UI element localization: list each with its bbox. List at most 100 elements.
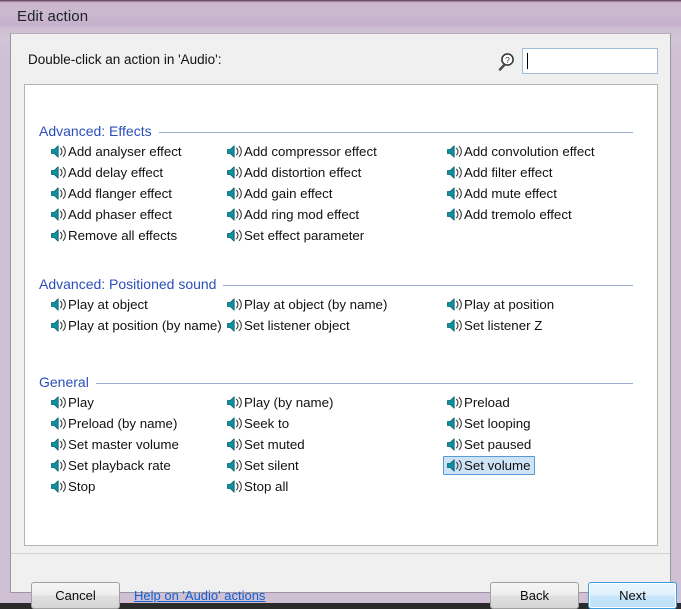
magnifier-question-icon: ? xyxy=(495,51,517,73)
speaker-icon xyxy=(226,437,243,452)
action-item-label: Add phaser effect xyxy=(68,207,172,222)
action-item[interactable]: Add distortion effect xyxy=(223,163,365,182)
action-item[interactable]: Play xyxy=(47,393,98,412)
action-item[interactable]: Add tremolo effect xyxy=(443,205,576,224)
action-item[interactable]: Stop xyxy=(47,477,99,496)
speaker-icon xyxy=(446,416,463,431)
action-item-label: Add tremolo effect xyxy=(464,207,572,222)
section-header: Advanced: Positioned sound xyxy=(25,276,633,294)
action-item[interactable]: Add compressor effect xyxy=(223,142,381,161)
action-item-label: Add flanger effect xyxy=(68,186,172,201)
action-item[interactable]: Set playback rate xyxy=(47,456,175,475)
action-item-label: Set listener object xyxy=(244,318,350,333)
search-input[interactable] xyxy=(529,53,653,70)
action-item-label: Set silent xyxy=(244,458,299,473)
action-item[interactable]: Play at object xyxy=(47,295,152,314)
speaker-icon xyxy=(50,297,67,312)
svg-text:?: ? xyxy=(505,55,510,65)
action-item[interactable]: Play at position xyxy=(443,295,558,314)
action-item[interactable]: Add gain effect xyxy=(223,184,336,203)
speaker-icon xyxy=(50,416,67,431)
action-item-label: Play at object xyxy=(68,297,148,312)
action-item-label: Add convolution effect xyxy=(464,144,595,159)
action-item-label: Add filter effect xyxy=(464,165,553,180)
action-item[interactable]: Set effect parameter xyxy=(223,226,368,245)
speaker-icon xyxy=(226,207,243,222)
speaker-icon xyxy=(50,165,67,180)
action-item-label: Play at position (by name) xyxy=(68,318,222,333)
action-item[interactable]: Add convolution effect xyxy=(443,142,599,161)
action-item[interactable]: Set looping xyxy=(443,414,535,433)
cancel-button[interactable]: Cancel xyxy=(31,582,120,609)
section-rule xyxy=(39,383,633,384)
action-item[interactable]: Add mute effect xyxy=(443,184,561,203)
speaker-icon xyxy=(226,186,243,201)
action-item[interactable]: Add ring mod effect xyxy=(223,205,363,224)
action-item-label: Add mute effect xyxy=(464,186,557,201)
speaker-icon xyxy=(446,395,463,410)
speaker-icon xyxy=(50,228,67,243)
action-item-label: Remove all effects xyxy=(68,228,178,243)
speaker-icon xyxy=(446,458,463,473)
action-item-label: Set listener Z xyxy=(464,318,543,333)
action-item-label: Add compressor effect xyxy=(244,144,377,159)
action-item[interactable]: Play at position (by name) xyxy=(47,316,226,335)
search-box[interactable] xyxy=(522,48,658,74)
action-item-label: Add delay effect xyxy=(68,165,164,180)
action-list-panel[interactable]: Advanced: Effects Add analyser effect Add … xyxy=(24,84,658,546)
speaker-icon xyxy=(446,144,463,159)
title-bar[interactable]: Edit action xyxy=(0,0,681,34)
action-item-label: Add analyser effect xyxy=(68,144,182,159)
action-item[interactable]: Add delay effect xyxy=(47,163,167,182)
action-item-label: Add distortion effect xyxy=(244,165,362,180)
help-link[interactable]: Help on 'Audio' actions xyxy=(134,588,265,603)
action-item[interactable]: Set master volume xyxy=(47,435,183,454)
action-item[interactable]: Set silent xyxy=(223,456,303,475)
action-item[interactable]: Set paused xyxy=(443,435,535,454)
action-item[interactable]: Play (by name) xyxy=(223,393,337,412)
action-item[interactable]: Preload xyxy=(443,393,514,412)
action-item-label: Add ring mod effect xyxy=(244,207,360,222)
action-item[interactable]: Preload (by name) xyxy=(47,414,181,433)
section-title: Advanced: Positioned sound xyxy=(39,276,224,292)
action-item[interactable]: Seek to xyxy=(223,414,293,433)
section-title: Advanced: Effects xyxy=(39,123,159,139)
action-item-label: Set volume xyxy=(464,458,531,473)
action-item-label: Stop xyxy=(68,479,96,494)
action-item-label: Set looping xyxy=(464,416,531,431)
action-item-label: Play at object (by name) xyxy=(244,297,388,312)
action-item[interactable]: Add analyser effect xyxy=(47,142,186,161)
speaker-icon xyxy=(226,318,243,333)
speaker-icon xyxy=(50,144,67,159)
action-item[interactable]: Add filter effect xyxy=(443,163,556,182)
action-item[interactable]: Set volume xyxy=(443,456,535,475)
action-item[interactable]: Set muted xyxy=(223,435,309,454)
section-header: Advanced: Effects xyxy=(25,123,633,141)
action-item-label: Set effect parameter xyxy=(244,228,365,243)
action-item-label: Stop all xyxy=(244,479,289,494)
footer-divider xyxy=(11,553,670,554)
speaker-icon xyxy=(446,437,463,452)
action-item[interactable]: Set listener object xyxy=(223,316,354,335)
instruction-text: Double-click an action in 'Audio': xyxy=(28,52,222,67)
dialog-client-area: Double-click an action in 'Audio': ? Adv… xyxy=(10,33,677,609)
action-item-label: Set paused xyxy=(464,437,532,452)
back-button[interactable]: Back xyxy=(490,582,579,609)
action-item[interactable]: Play at object (by name) xyxy=(223,295,391,314)
next-button[interactable]: Next xyxy=(588,582,677,609)
action-item[interactable]: Set listener Z xyxy=(443,316,546,335)
speaker-icon xyxy=(226,165,243,180)
speaker-icon xyxy=(226,228,243,243)
action-item-label: Play (by name) xyxy=(244,395,334,410)
action-item[interactable]: Stop all xyxy=(223,477,292,496)
speaker-icon xyxy=(226,395,243,410)
speaker-icon xyxy=(446,165,463,180)
action-item[interactable]: Add phaser effect xyxy=(47,205,176,224)
speaker-icon xyxy=(446,297,463,312)
text-caret xyxy=(527,53,528,69)
action-item[interactable]: Add flanger effect xyxy=(47,184,176,203)
action-item-label: Play at position xyxy=(464,297,555,312)
section-title: General xyxy=(39,374,96,390)
action-item-label: Seek to xyxy=(244,416,290,431)
action-item[interactable]: Remove all effects xyxy=(47,226,181,245)
